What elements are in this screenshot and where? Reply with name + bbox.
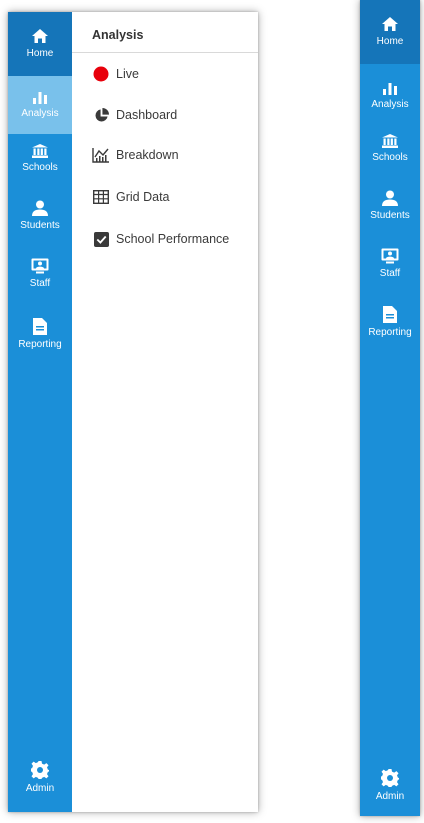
document-icon [383, 305, 397, 323]
sidebar-item-label: Schools [22, 162, 58, 173]
sidebar-item-label: Home [376, 36, 404, 47]
sidebar-item-reporting[interactable]: Reporting [8, 306, 72, 362]
sidebar-item-home[interactable]: Home [8, 12, 72, 76]
menu-item-label: Live [116, 67, 139, 81]
sidebar-item-staff[interactable]: Staff [8, 246, 72, 302]
sidebar-item-schools[interactable]: Schools [8, 134, 72, 184]
gear-icon [381, 769, 399, 787]
collapsed-sidebar: Home Analysis Schools Students Staff Rep… [360, 0, 420, 816]
home-icon [381, 16, 399, 32]
menu-item-label: Breakdown [116, 148, 179, 162]
sidebar-item-students[interactable]: Students [360, 178, 420, 234]
sidebar-item-analysis[interactable]: Analysis [360, 68, 420, 124]
left-sidebar: Home Analysis Schools Students Staff Rep… [8, 12, 72, 812]
monitor-icon [31, 258, 49, 274]
institution-icon [382, 134, 398, 148]
sidebar-item-label: Analysis [371, 99, 409, 110]
sidebar-item-label: Home [26, 48, 54, 59]
sidebar-item-label: Admin [375, 791, 405, 802]
sidebar-item-staff[interactable]: Staff [360, 236, 420, 292]
pie-chart-icon [92, 106, 110, 124]
checkbox-icon [92, 230, 110, 248]
sidebar-item-label: Schools [372, 152, 408, 163]
red-dot-icon [92, 65, 110, 83]
user-icon [382, 190, 398, 206]
bar-chart-icon [382, 81, 398, 95]
sidebar-item-admin[interactable]: Admin [8, 750, 72, 806]
sidebar-item-label: Staff [379, 268, 401, 279]
sidebar-item-label: Students [20, 220, 60, 231]
sidebar-item-admin[interactable]: Admin [360, 758, 420, 814]
sidebar-item-students[interactable]: Students [8, 188, 72, 244]
flyout-title: Analysis [92, 28, 144, 42]
menu-item-dashboard[interactable]: Dashboard [92, 104, 177, 126]
sidebar-item-label: Reporting [18, 338, 62, 350]
menu-item-school-performance[interactable]: School Performance [92, 228, 229, 250]
menu-item-breakdown[interactable]: Breakdown [92, 144, 179, 166]
sidebar-item-reporting[interactable]: Reporting [360, 294, 420, 350]
user-icon [32, 200, 48, 216]
sidebar-item-home[interactable]: Home [360, 0, 420, 64]
menu-item-label: Dashboard [116, 108, 178, 122]
bar-chart-icon [32, 90, 48, 104]
sidebar-item-label: Analysis [21, 108, 59, 119]
expanded-navigation-panel: Home Analysis Schools Students Staff Rep… [8, 12, 258, 812]
gear-icon [31, 761, 49, 779]
divider [72, 52, 258, 53]
sidebar-item-label: Admin [25, 783, 55, 794]
sidebar-item-label: Reporting [368, 326, 412, 338]
home-icon [31, 28, 49, 44]
monitor-icon [381, 248, 399, 264]
sidebar-item-label: Staff [29, 278, 51, 289]
sidebar-item-analysis[interactable]: Analysis [8, 76, 72, 134]
document-icon [33, 317, 47, 335]
menu-item-live[interactable]: Live [92, 63, 139, 85]
line-chart-icon [92, 146, 110, 164]
menu-item-label: School Performance [116, 232, 230, 246]
analysis-flyout-menu: Analysis Live Dashboard Breakdown Grid D [72, 12, 258, 812]
table-icon [92, 188, 110, 206]
sidebar-item-schools[interactable]: Schools [360, 122, 420, 176]
menu-item-grid-data[interactable]: Grid Data [92, 186, 170, 208]
sidebar-item-label: Students [370, 210, 410, 221]
menu-item-label: Grid Data [116, 190, 170, 204]
institution-icon [32, 144, 48, 158]
